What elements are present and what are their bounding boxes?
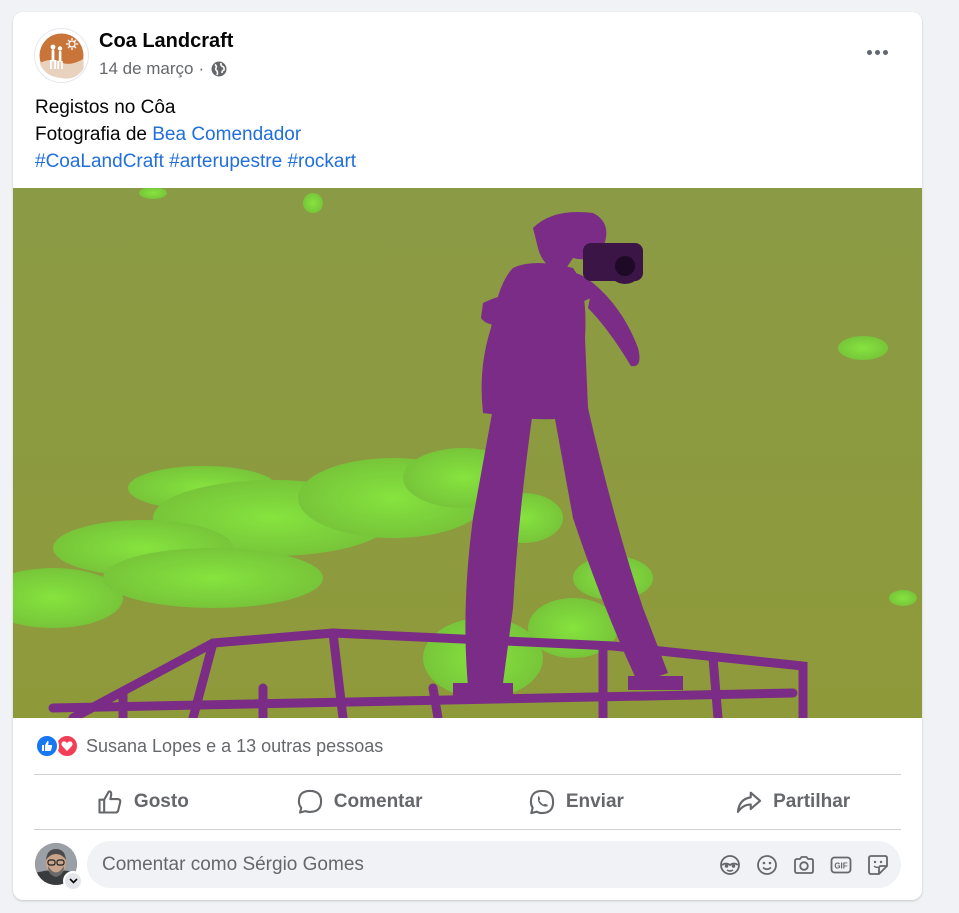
- comment-button[interactable]: Comentar: [251, 775, 468, 829]
- more-options-dot: [874, 49, 880, 55]
- coa-landcraft-logo: [35, 29, 88, 82]
- like-icon: [35, 734, 59, 758]
- hashtag-link[interactable]: #arterupestre: [169, 151, 282, 172]
- photographer-link[interactable]: Bea Comendador: [152, 124, 301, 145]
- comment-tools: GIF: [706, 852, 891, 878]
- hashtags-line: #CoaLandCraft #arterupestre #rockart: [35, 148, 356, 175]
- photo-credit-prefix: Fotografia de: [35, 124, 153, 145]
- account-switch-button[interactable]: [63, 871, 83, 891]
- share-label: Partilhar: [773, 791, 851, 812]
- post-meta: 14 de março ·: [99, 59, 228, 79]
- comment-bubble-icon: [297, 789, 322, 814]
- globe-icon[interactable]: [210, 60, 228, 78]
- page-avatar[interactable]: [35, 29, 88, 82]
- gif-icon[interactable]: GIF: [828, 852, 854, 878]
- post-card: Coa Landcraft 14 de março · Registos no …: [13, 12, 922, 900]
- comment-input[interactable]: [102, 841, 702, 888]
- thumbs-up-icon: [98, 790, 122, 814]
- share-arrow-icon: [736, 791, 762, 813]
- post-text: Registos no Côa Fotografia de Bea Comend…: [35, 94, 356, 175]
- more-options-dot: [882, 49, 888, 55]
- chevron-down-icon: [68, 878, 78, 884]
- post-photo[interactable]: [13, 188, 922, 718]
- send-button[interactable]: Enviar: [468, 775, 685, 829]
- emoji-icon[interactable]: [754, 852, 780, 878]
- reactions-summary[interactable]: Susana Lopes e a 13 outras pessoas: [35, 734, 383, 758]
- sticker-icon[interactable]: [865, 852, 891, 878]
- like-button[interactable]: Gosto: [34, 775, 251, 829]
- action-bar: Gosto Comentar Enviar Partilhar: [34, 775, 901, 829]
- meta-separator: ·: [198, 59, 205, 78]
- comment-box: GIF: [87, 841, 901, 888]
- more-options-icon: [866, 49, 872, 55]
- reactions-text: Susana Lopes e a 13 outras pessoas: [86, 735, 384, 756]
- post-text-line: Registos no Côa: [35, 97, 176, 118]
- photo-credit-line: Fotografia de Bea Comendador: [35, 121, 356, 148]
- post-date[interactable]: 14 de março: [99, 59, 194, 79]
- like-label: Gosto: [133, 791, 189, 812]
- whatsapp-icon: [529, 789, 554, 815]
- hashtag-link[interactable]: #CoaLandCraft: [35, 151, 164, 172]
- svg-text:GIF: GIF: [834, 862, 847, 871]
- share-button[interactable]: Partilhar: [684, 775, 901, 829]
- divider: [34, 829, 901, 830]
- hashtag-link[interactable]: #rockart: [287, 151, 356, 172]
- send-label: Enviar: [565, 791, 624, 812]
- page-name-link[interactable]: Coa Landcraft: [99, 30, 233, 53]
- camera-icon[interactable]: [791, 852, 817, 878]
- more-options-button[interactable]: [859, 36, 895, 68]
- comment-label: Comentar: [333, 791, 423, 812]
- avatar-sticker-icon[interactable]: [717, 852, 743, 878]
